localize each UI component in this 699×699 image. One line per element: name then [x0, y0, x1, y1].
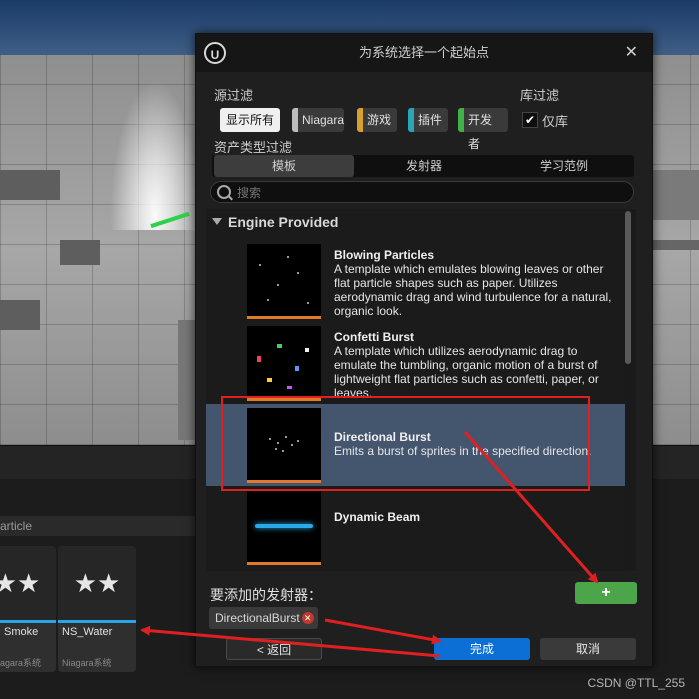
- template-name: Dynamic Beam: [334, 510, 421, 524]
- template-list-body: Engine Provided Blowing Particles A temp…: [206, 209, 626, 571]
- asset-tile[interactable]: ★★ NS_Water Niagara系统: [58, 546, 136, 672]
- selected-emitter-chip: DirectionalBurst ✕: [209, 607, 318, 629]
- template-thumbnail: [247, 244, 321, 316]
- template-description: A template which utilizes aerodynamic dr…: [334, 344, 599, 400]
- asset-name: NS_Water: [62, 626, 113, 638]
- viewport-wall: [60, 240, 100, 265]
- back-button[interactable]: < 返回: [226, 638, 322, 660]
- tab-learning-examples[interactable]: 学习范例: [494, 155, 634, 177]
- cancel-button[interactable]: 取消: [540, 638, 636, 660]
- library-only-label: 仅库: [542, 114, 569, 129]
- search-input[interactable]: [235, 182, 619, 204]
- particle-fountain: [110, 80, 200, 230]
- close-icon[interactable]: ✕: [625, 43, 638, 63]
- template-list[interactable]: Engine Provided Blowing Particles A temp…: [206, 209, 636, 571]
- category-header[interactable]: Engine Provided: [212, 214, 338, 230]
- list-item[interactable]: Blowing Particles A template which emula…: [206, 240, 626, 322]
- asset-name: Smoke: [4, 626, 39, 638]
- chip-color-stripe: [408, 108, 414, 132]
- stars-icon: ★★: [58, 546, 136, 620]
- list-item[interactable]: Confetti Burst A template which utilizes…: [206, 322, 626, 404]
- chip-label: 插件: [418, 113, 443, 127]
- filter-chip-all[interactable]: 显示所有: [220, 108, 281, 132]
- template-name: Confetti Burst: [334, 330, 414, 344]
- search-box[interactable]: [210, 181, 634, 204]
- template-description: A template which emulates blowing leaves…: [334, 262, 612, 318]
- thumbnail-type-bar: [247, 562, 321, 565]
- asset-type-bar: [0, 620, 56, 623]
- dialog-title: 为系统选择一个起始点: [358, 45, 489, 60]
- add-emitter-button[interactable]: +: [575, 582, 637, 604]
- thumbnail-type-bar: [247, 316, 321, 319]
- template-thumbnail: [247, 490, 321, 562]
- template-name: Blowing Particles: [334, 248, 435, 262]
- filter-chip-niagara[interactable]: Niagara: [292, 108, 344, 132]
- stars-icon: ★★: [0, 546, 56, 620]
- library-only-checkbox[interactable]: ✔: [522, 112, 538, 128]
- viewport-wall: [0, 170, 60, 200]
- viewport-wall: [651, 170, 699, 220]
- chip-color-stripe: [357, 108, 363, 132]
- asset-type-bar: [58, 620, 136, 623]
- remove-emitter-icon[interactable]: ✕: [301, 612, 314, 624]
- choose-start-point-dialog: U 为系统选择一个起始点 ✕ 源过滤 库过滤 显示所有 Niagara 游戏 插…: [195, 33, 653, 667]
- asset-tile[interactable]: ★★ Smoke agara系统: [0, 546, 56, 672]
- list-scroll-thumb[interactable]: [625, 211, 631, 364]
- tab-emitters[interactable]: 发射器: [354, 155, 494, 177]
- source-filter-label: 源过滤: [214, 88, 254, 103]
- watermark: CSDN @TTL_255: [587, 676, 685, 690]
- collapse-triangle-icon[interactable]: [212, 218, 222, 225]
- filter-chip-plugins[interactable]: 插件: [408, 108, 448, 132]
- library-filter-label: 库过滤: [520, 88, 560, 103]
- asset-type: agara系统: [0, 658, 42, 668]
- content-browser-path: article: [0, 516, 195, 536]
- done-button[interactable]: 完成: [434, 638, 530, 660]
- asset-type-tabs: 模板 发射器 学习范例: [212, 155, 634, 177]
- filter-chip-developer[interactable]: 开发者: [458, 108, 508, 151]
- selected-emitter-label: DirectionalBurst: [215, 611, 300, 625]
- category-label: Engine Provided: [228, 214, 339, 230]
- search-icon: [217, 185, 231, 199]
- asset-type: Niagara系统: [62, 658, 112, 668]
- chip-label: 开发者: [468, 113, 493, 151]
- emitters-to-add-label: 要添加的发射器：: [210, 587, 322, 603]
- tab-templates[interactable]: 模板: [214, 155, 354, 177]
- dialog-titlebar: U 为系统选择一个起始点 ✕: [196, 34, 652, 72]
- annotation-highlight-box: [221, 396, 590, 491]
- list-item[interactable]: Dynamic Beam: [206, 486, 626, 568]
- chip-label: 游戏: [367, 113, 392, 127]
- chip-color-stripe: [458, 108, 464, 132]
- chip-label: Niagara: [302, 113, 345, 127]
- filter-chip-game[interactable]: 游戏: [357, 108, 397, 132]
- chip-color-stripe: [292, 108, 298, 132]
- viewport-wall: [0, 300, 40, 330]
- asset-type-filter-label: 资产类型过滤: [214, 140, 293, 155]
- template-thumbnail: [247, 326, 321, 398]
- viewport-wall: [651, 240, 699, 250]
